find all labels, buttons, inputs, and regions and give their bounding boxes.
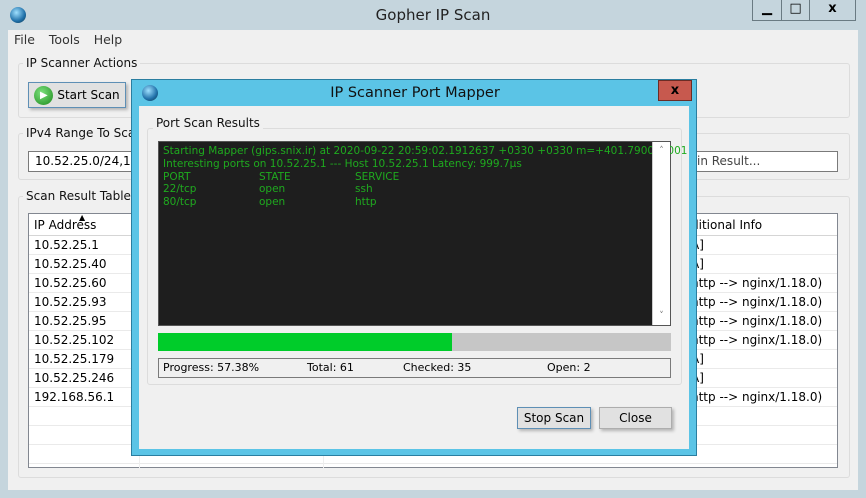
window-controls: ▁ □ x: [752, 0, 856, 21]
menu-file[interactable]: File: [14, 32, 35, 47]
menu-help[interactable]: Help: [94, 32, 123, 47]
scroll-up-icon[interactable]: ˄: [653, 145, 670, 158]
dialog-close-button[interactable]: x: [658, 80, 692, 101]
play-icon: ▶: [34, 85, 54, 105]
sort-asc-icon: ▲: [79, 214, 86, 222]
port-header: PORT: [163, 170, 191, 183]
state: open: [259, 183, 286, 196]
close-window-button[interactable]: x: [809, 0, 855, 20]
minimize-button[interactable]: ▁: [753, 0, 781, 20]
scroll-down-icon[interactable]: ˅: [653, 310, 670, 323]
service-header: SERVICE: [355, 170, 400, 183]
result-group-label: Scan Result Table: [23, 189, 134, 203]
console-line: Interesting ports on 10.52.25.1 --- Host…: [163, 157, 522, 170]
ip-cell: 10.52.25.40: [34, 257, 107, 271]
open-text: Open: 2: [547, 361, 591, 374]
dialog-body: Port Scan Results Starting Mapper (gips.…: [139, 106, 689, 449]
maximize-button[interactable]: □: [781, 0, 809, 20]
info-cell: http --> nginx/1.18.0): [691, 295, 823, 309]
port-mapper-dialog: IP Scanner Port Mapper x Port Scan Resul…: [131, 79, 697, 456]
range-group-label: IPv4 Range To Scan: [23, 126, 146, 140]
port-results-label: Port Scan Results: [153, 116, 263, 130]
menu-tools[interactable]: Tools: [49, 32, 80, 47]
state-header: STATE: [259, 170, 291, 183]
status-bar: Progress: 57.38% Total: 61 Checked: 35 O…: [158, 358, 671, 378]
stop-scan-button[interactable]: Stop Scan: [517, 407, 591, 429]
ip-cell: 10.52.25.246: [34, 371, 115, 385]
console-line: Starting Mapper (gips.snix.ir) at 2020-0…: [163, 145, 688, 157]
port: 80/tcp: [163, 196, 197, 209]
column-ip-label: IP Address: [34, 218, 97, 232]
ip-cell: 10.52.25.179: [34, 352, 115, 366]
info-cell: A]: [691, 352, 704, 366]
checked-text: Checked: 35: [403, 361, 472, 374]
start-scan-button[interactable]: ▶ Start Scan: [28, 82, 126, 108]
progress-fill: [158, 333, 453, 351]
dialog-title: IP Scanner Port Mapper: [330, 85, 500, 101]
ip-cell: 10.52.25.1: [34, 238, 99, 252]
total-text: Total: 61: [307, 361, 354, 374]
scan-progress-bar: [158, 333, 671, 351]
search-result-input[interactable]: in Result...: [690, 151, 838, 172]
info-cell: http --> nginx/1.18.0): [691, 390, 823, 404]
console-port-row: 80/tcp open http: [163, 196, 666, 209]
info-cell: http --> nginx/1.18.0): [691, 333, 823, 347]
ip-cell: 10.52.25.93: [34, 295, 107, 309]
column-additional-info[interactable]: ditional Info: [689, 214, 839, 236]
progress-text: Progress: 57.38%: [163, 361, 260, 374]
ip-cell: 10.52.25.95: [34, 314, 107, 328]
actions-group-label: IP Scanner Actions: [23, 56, 141, 70]
ip-cell: 10.52.25.102: [34, 333, 115, 347]
state: open: [259, 196, 286, 209]
console-port-header: PORT STATE SERVICE: [163, 171, 666, 184]
console-port-row: 22/tcp open ssh: [163, 183, 666, 196]
ip-cell: 10.52.25.60: [34, 276, 107, 290]
service: http: [355, 196, 377, 209]
ip-cell: 192.168.56.1: [34, 390, 115, 404]
close-button[interactable]: Close: [599, 407, 672, 429]
info-cell: http --> nginx/1.18.0): [691, 276, 823, 290]
info-cell: http --> nginx/1.18.0): [691, 314, 823, 328]
start-scan-label: Start Scan: [57, 88, 120, 102]
ip-range-input[interactable]: 10.52.25.0/24,192.: [28, 151, 150, 172]
info-cell: A]: [691, 371, 704, 385]
console-scrollbar[interactable]: ˄ ˅: [652, 142, 670, 325]
info-cell: A]: [691, 238, 704, 252]
service: ssh: [355, 183, 373, 196]
info-cell: A]: [691, 257, 704, 271]
port: 22/tcp: [163, 183, 197, 196]
column-ip-address[interactable]: IP Address ▲: [29, 214, 139, 236]
window-title: Gopher IP Scan: [375, 6, 491, 24]
menu-bar: File Tools Help: [14, 32, 122, 47]
console-output[interactable]: Starting Mapper (gips.snix.ir) at 2020-0…: [158, 141, 688, 326]
